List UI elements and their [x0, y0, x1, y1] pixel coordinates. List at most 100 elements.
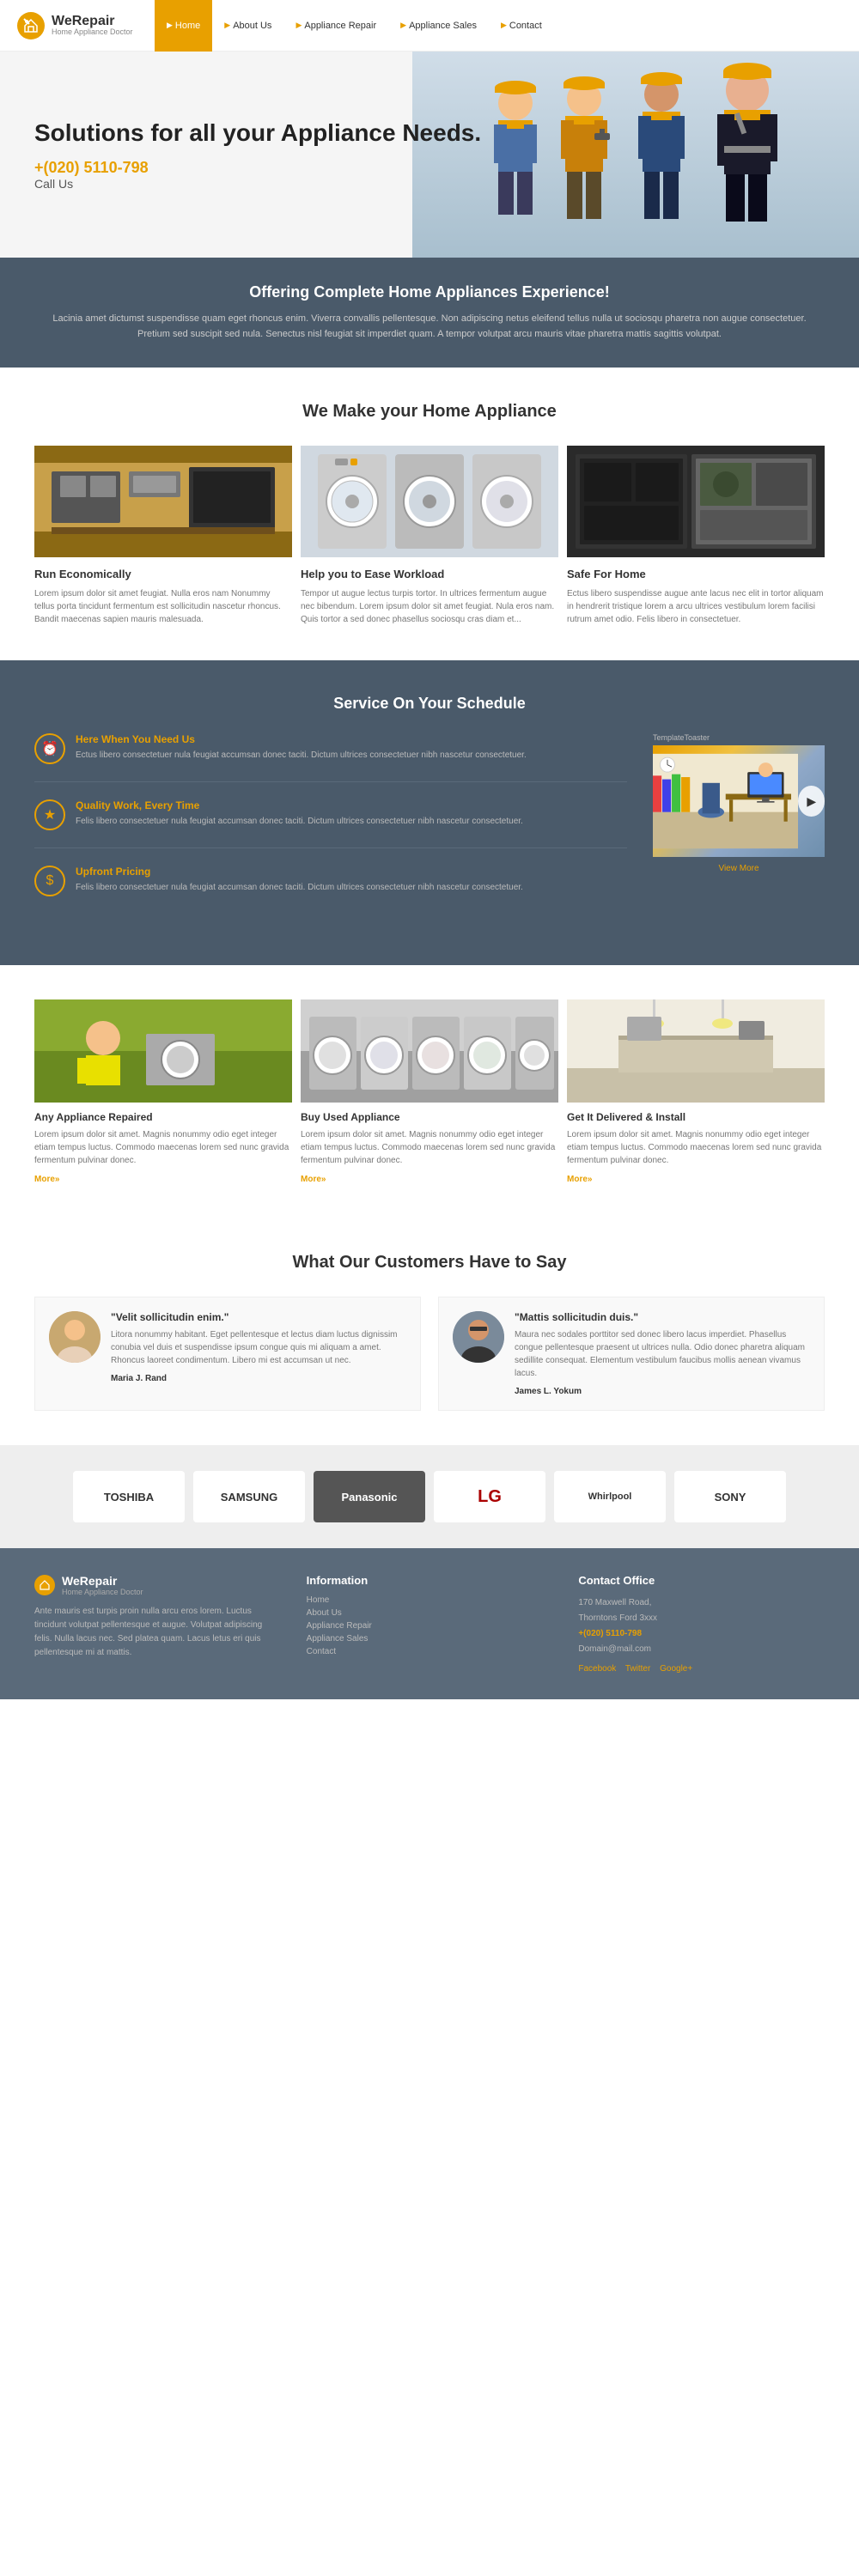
- footer-about-text: Ante mauris est turpis proin nulla arcu …: [34, 1605, 281, 1660]
- footer-info-col: Information Home About Us Appliance Repa…: [307, 1574, 553, 1674]
- nav-arrow: ▶: [167, 21, 173, 30]
- brand-toshiba: TOSHIBA: [73, 1471, 185, 1522]
- testimonial-quote-1: "Mattis sollicitudin duis.": [515, 1311, 810, 1323]
- testimonial-author-1: James L. Yokum: [515, 1387, 810, 1396]
- hero-call: Call Us: [34, 177, 825, 191]
- card-workload-text: Tempor ut augue lectus turpis tortor. In…: [301, 587, 558, 626]
- three-card-buy-title: Buy Used Appliance: [301, 1111, 558, 1123]
- nav-item-contact[interactable]: ▶ Contact: [489, 0, 554, 52]
- footer-contact-title: Contact Office: [578, 1574, 825, 1587]
- testimonials-title: What Our Customers Have to Say: [34, 1253, 825, 1273]
- footer-links: Home About Us Appliance Repair Appliance…: [307, 1595, 553, 1656]
- three-card-deliver-text: Lorem ipsum dolor sit amet. Magnis nonum…: [567, 1128, 825, 1167]
- nav-item-about[interactable]: ▶ About Us: [212, 0, 283, 52]
- footer-link-about[interactable]: About Us: [307, 1608, 553, 1618]
- footer-link-home[interactable]: Home: [307, 1595, 553, 1605]
- buy-more-link[interactable]: More»: [301, 1175, 326, 1184]
- nav-arrow: ▶: [224, 21, 230, 30]
- testimonial-content-1: "Mattis sollicitudin duis." Maura nec so…: [515, 1311, 810, 1396]
- avatar-1: [453, 1311, 504, 1363]
- service-item-text-0: Ectus libero consectetuer nula feugiat a…: [76, 749, 527, 762]
- three-card-buy-text: Lorem ipsum dolor sit amet. Magnis nonum…: [301, 1128, 558, 1167]
- service-item-2: $ Upfront Pricing Felis libero consectet…: [34, 866, 627, 914]
- brand-whirlpool: Whirlpool: [554, 1471, 666, 1522]
- footer-about-col: WeRepair Home Appliance Doctor Ante maur…: [34, 1574, 281, 1674]
- service-item-title-1: Quality Work, Every Time: [76, 799, 523, 811]
- offering-title: Offering Complete Home Appliances Experi…: [52, 283, 807, 301]
- avatar-0: [49, 1311, 101, 1363]
- footer-logo-icon: [34, 1575, 55, 1595]
- brand-lg: LG: [434, 1471, 545, 1522]
- testimonial-text-1: Maura nec sodales porttitor sed donec li…: [515, 1328, 810, 1380]
- hero-phone[interactable]: +(020) 5110-798: [34, 159, 825, 177]
- footer-facebook-link[interactable]: Facebook: [578, 1664, 616, 1674]
- testimonial-content-0: "Velit sollicitudin enim." Litora nonumm…: [111, 1311, 406, 1396]
- nav-item-home[interactable]: ▶ Home: [155, 0, 212, 52]
- card-safe-title: Safe For Home: [567, 568, 825, 580]
- nav-item-repair[interactable]: ▶ Appliance Repair: [283, 0, 388, 52]
- video-label: TemplateToaster: [653, 733, 825, 742]
- service-item-content-0: Here When You Need Us Ectus libero conse…: [76, 733, 527, 764]
- footer-logo: WeRepair Home Appliance Doctor: [34, 1574, 281, 1596]
- service-section: Service On Your Schedule ⏰ Here When You…: [0, 660, 859, 965]
- testimonial-quote-0: "Velit sollicitudin enim.": [111, 1311, 406, 1323]
- service-item-1: ★ Quality Work, Every Time Felis libero …: [34, 799, 627, 848]
- service-video-area: TemplateToaster: [653, 733, 825, 931]
- hero-title: Solutions for all your Appliance Needs.: [34, 118, 825, 148]
- service-inner: ⏰ Here When You Need Us Ectus libero con…: [34, 733, 825, 931]
- footer-contact-col: Contact Office 170 Maxwell Road, Thornto…: [578, 1574, 825, 1674]
- repair-more-link[interactable]: More»: [34, 1175, 59, 1184]
- nav-item-sales[interactable]: ▶ Appliance Sales: [388, 0, 489, 52]
- card-image-repair: [34, 999, 292, 1103]
- brands-grid: TOSHIBA SAMSUNG Panasonic LG Whirlpool S…: [34, 1471, 825, 1522]
- service-item-text-1: Felis libero consectetuer nula feugiat a…: [76, 815, 523, 828]
- view-more-link[interactable]: View More: [653, 864, 825, 873]
- card-image-oven: [567, 446, 825, 557]
- footer: WeRepair Home Appliance Doctor Ante maur…: [0, 1548, 859, 1699]
- footer-link-contact[interactable]: Contact: [307, 1647, 553, 1656]
- testimonials-grid: "Velit sollicitudin enim." Litora nonumm…: [34, 1297, 825, 1411]
- testimonials-section: What Our Customers Have to Say "Velit so…: [0, 1218, 859, 1445]
- we-make-section: We Make your Home Appliance Run Economic…: [0, 368, 859, 660]
- service-item-0: ⏰ Here When You Need Us Ectus libero con…: [34, 733, 627, 782]
- logo-brand: WeRepair: [52, 14, 133, 29]
- we-make-title: We Make your Home Appliance: [34, 402, 825, 422]
- offering-text: Lacinia amet dictumst suspendisse quam e…: [52, 312, 807, 342]
- service-item-text-2: Felis libero consectetuer nula feugiat a…: [76, 881, 523, 894]
- card-image-kitchen: [34, 446, 292, 557]
- footer-twitter-link[interactable]: Twitter: [625, 1664, 650, 1674]
- three-cards-grid: Any Appliance Repaired Lorem ipsum dolor…: [34, 999, 825, 1184]
- three-card-deliver: Get It Delivered & Install Lorem ipsum d…: [567, 999, 825, 1184]
- footer-info-title: Information: [307, 1574, 553, 1587]
- three-card-repair: Any Appliance Repaired Lorem ipsum dolor…: [34, 999, 292, 1184]
- service-item-content-1: Quality Work, Every Time Felis libero co…: [76, 799, 523, 830]
- logo[interactable]: WeRepair Home Appliance Doctor: [17, 12, 137, 39]
- card-image-deliver: [567, 999, 825, 1103]
- testimonial-text-0: Litora nonummy habitant. Eget pellentesq…: [111, 1328, 406, 1367]
- video-thumbnail[interactable]: ▶: [653, 745, 825, 857]
- service-item-content-2: Upfront Pricing Felis libero consectetue…: [76, 866, 523, 896]
- card-economical-title: Run Economically: [34, 568, 292, 580]
- logo-sub: Home Appliance Doctor: [52, 28, 133, 37]
- footer-link-repair[interactable]: Appliance Repair: [307, 1621, 553, 1631]
- play-button[interactable]: ▶: [798, 786, 825, 817]
- three-card-repair-text: Lorem ipsum dolor sit amet. Magnis nonum…: [34, 1128, 292, 1167]
- offering-section: Offering Complete Home Appliances Experi…: [0, 258, 859, 368]
- service-title: Service On Your Schedule: [34, 695, 825, 713]
- card-workload-title: Help you to Ease Workload: [301, 568, 558, 580]
- brand-panasonic: Panasonic: [314, 1471, 425, 1522]
- brands-section: TOSHIBA SAMSUNG Panasonic LG Whirlpool S…: [0, 1445, 859, 1548]
- card-safe: Safe For Home Ectus libero suspendisse a…: [567, 446, 825, 626]
- footer-link-sales[interactable]: Appliance Sales: [307, 1634, 553, 1643]
- nav-arrow: ▶: [295, 21, 302, 30]
- footer-brand-text: WeRepair Home Appliance Doctor: [62, 1574, 143, 1596]
- footer-google-link[interactable]: Google+: [660, 1664, 692, 1674]
- logo-text: WeRepair Home Appliance Doctor: [52, 14, 133, 37]
- brand-samsung: SAMSUNG: [193, 1471, 305, 1522]
- service-icon-1: ★: [34, 799, 65, 830]
- deliver-more-link[interactable]: More»: [567, 1175, 592, 1184]
- logo-icon: [17, 12, 45, 39]
- nav-arrow: ▶: [501, 21, 507, 30]
- card-workload: Help you to Ease Workload Tempor ut augu…: [301, 446, 558, 626]
- hero-text: Solutions for all your Appliance Needs. …: [34, 118, 825, 191]
